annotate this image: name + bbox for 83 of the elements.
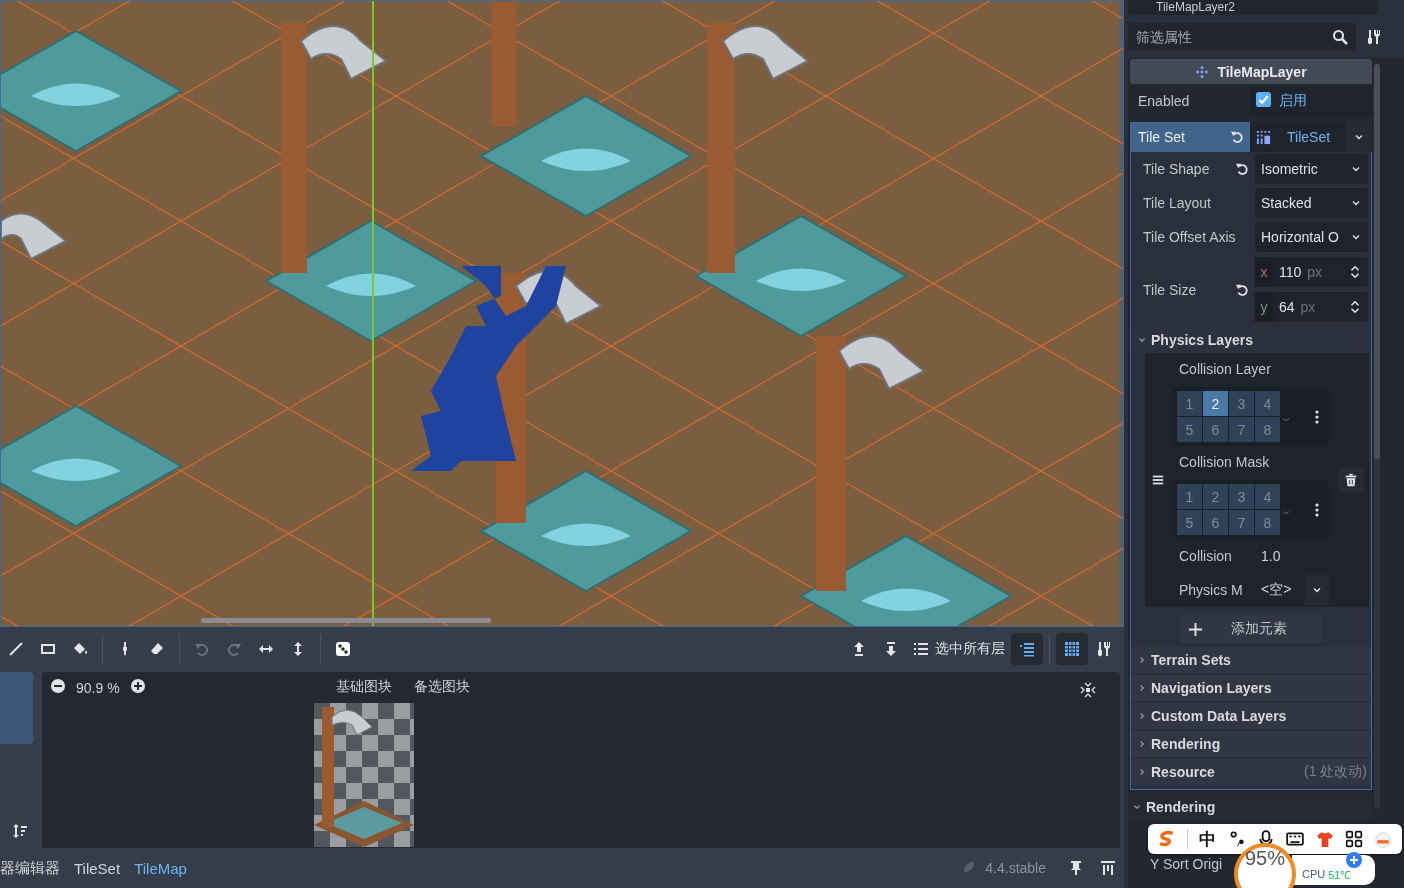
reset-icon[interactable] xyxy=(1235,282,1249,297)
layer-toggle[interactable]: 2 xyxy=(1203,391,1228,416)
zoom-level: 90.9 % xyxy=(76,679,120,698)
property-label: Collision Mask xyxy=(1178,453,1271,472)
eraser-icon[interactable] xyxy=(149,640,165,657)
sort-icon[interactable] xyxy=(12,823,28,839)
version-label: 4.4.stable xyxy=(985,860,1046,876)
dropdown[interactable]: Isometric xyxy=(1255,154,1368,184)
property-label: Collision Layer xyxy=(1178,360,1272,379)
dropdown[interactable]: Horizontal O xyxy=(1255,222,1368,252)
filter-input[interactable]: 筛选属性 xyxy=(1134,27,1318,46)
panel-layout-icon[interactable] xyxy=(1100,860,1116,876)
property-label: Collision xyxy=(1178,548,1233,564)
reset-icon[interactable] xyxy=(1230,130,1244,144)
property-label: Tile Size xyxy=(1143,281,1197,298)
shirt-icon[interactable] xyxy=(1315,830,1334,848)
property-label: Tile Offset Axis xyxy=(1143,229,1236,245)
layers-list-icon xyxy=(1019,640,1035,657)
number-field[interactable]: y 64 px xyxy=(1255,292,1368,322)
checkbox[interactable] xyxy=(1256,92,1271,110)
bottom-tab[interactable]: TileMap xyxy=(134,859,187,877)
section-header[interactable]: Rendering xyxy=(1130,794,1372,819)
spinner-icon[interactable] xyxy=(1348,300,1362,314)
dropdown[interactable]: Stacked xyxy=(1255,188,1368,218)
list-icon xyxy=(913,640,929,657)
input-logo-icon[interactable] xyxy=(1157,830,1176,848)
unit-label: px xyxy=(1300,299,1317,315)
dice-icon[interactable] xyxy=(335,640,351,657)
axis-label: x xyxy=(1255,257,1273,287)
select-all-layers-button[interactable]: 选中所有层 xyxy=(907,632,1011,665)
tile-tab[interactable]: 备选图块 xyxy=(414,678,470,696)
field-value: 64 xyxy=(1279,299,1295,315)
apps-icon[interactable] xyxy=(1344,830,1363,848)
axis-label: y xyxy=(1255,292,1273,322)
changes-note: (1 处改动) xyxy=(1304,763,1368,781)
cpu-label: CPU xyxy=(1302,868,1326,880)
search-field[interactable]: 筛选属性 xyxy=(1128,23,1356,50)
reset-icon[interactable] xyxy=(1235,162,1249,176)
tile-tab[interactable]: 基础图块 xyxy=(336,678,392,696)
grid-icon xyxy=(1064,640,1080,657)
drag-handle-icon[interactable] xyxy=(1151,473,1165,487)
section-header[interactable]: Resource (1 处改动) xyxy=(1131,759,1371,785)
grid-toggle[interactable] xyxy=(1056,632,1088,665)
scrollbar-thumb[interactable] xyxy=(1374,64,1380,459)
node-selector[interactable]: TileMapLayer2 xyxy=(1128,0,1378,15)
unit-label: px xyxy=(1307,264,1324,280)
property-label: Y Sort Origi xyxy=(1150,856,1223,872)
section-header[interactable]: Terrain Sets xyxy=(1131,647,1371,673)
tileset-icon xyxy=(1256,129,1271,145)
property-label: Physics M xyxy=(1178,582,1244,598)
property-label: Tile Shape xyxy=(1143,161,1210,177)
zoom-in-icon[interactable] xyxy=(129,678,146,694)
zoom-out-icon[interactable] xyxy=(50,678,66,694)
checkbox-label: 启用 xyxy=(1279,92,1307,110)
line-icon[interactable] xyxy=(8,640,24,657)
property-label: Tile Layout xyxy=(1143,195,1211,211)
bottom-tab[interactable]: 器编辑器 xyxy=(0,858,60,878)
plus-icon[interactable] xyxy=(1346,852,1362,868)
section-header[interactable]: Navigation Layers xyxy=(1131,675,1371,701)
section-header[interactable]: Custom Data Layers xyxy=(1131,703,1371,729)
tools-icon[interactable] xyxy=(1366,28,1382,45)
field-value: 110 xyxy=(1279,264,1302,280)
center-view-icon[interactable] xyxy=(1080,682,1096,698)
property-label: Enabled xyxy=(1138,93,1190,109)
class-name: TileMapLayer xyxy=(1217,63,1307,80)
tools-icon[interactable] xyxy=(1096,640,1112,657)
keyboard-icon[interactable] xyxy=(1286,830,1305,848)
bottom-tab[interactable]: TileSet xyxy=(74,859,121,877)
trash-icon[interactable] xyxy=(1344,473,1358,487)
plus-icon xyxy=(1188,621,1203,637)
section-header[interactable]: Rendering xyxy=(1131,731,1371,757)
number-field[interactable]: x 110 px xyxy=(1255,257,1368,287)
spinner-icon[interactable] xyxy=(1348,265,1362,279)
temperature-value: 51℃ xyxy=(1328,867,1352,882)
add-element-button[interactable]: 添加元素 xyxy=(1180,615,1322,643)
input-mode-label[interactable]: 中 xyxy=(1199,827,1217,851)
bucket-icon[interactable] xyxy=(72,640,88,657)
resource-field[interactable]: TileSet xyxy=(1250,122,1346,152)
search-icon xyxy=(1332,28,1348,45)
node-class-icon xyxy=(1195,64,1210,79)
layers-list-toggle[interactable] xyxy=(1011,632,1043,665)
property-label: Tile Set xyxy=(1138,129,1185,145)
pin-icon[interactable] xyxy=(1068,860,1084,876)
